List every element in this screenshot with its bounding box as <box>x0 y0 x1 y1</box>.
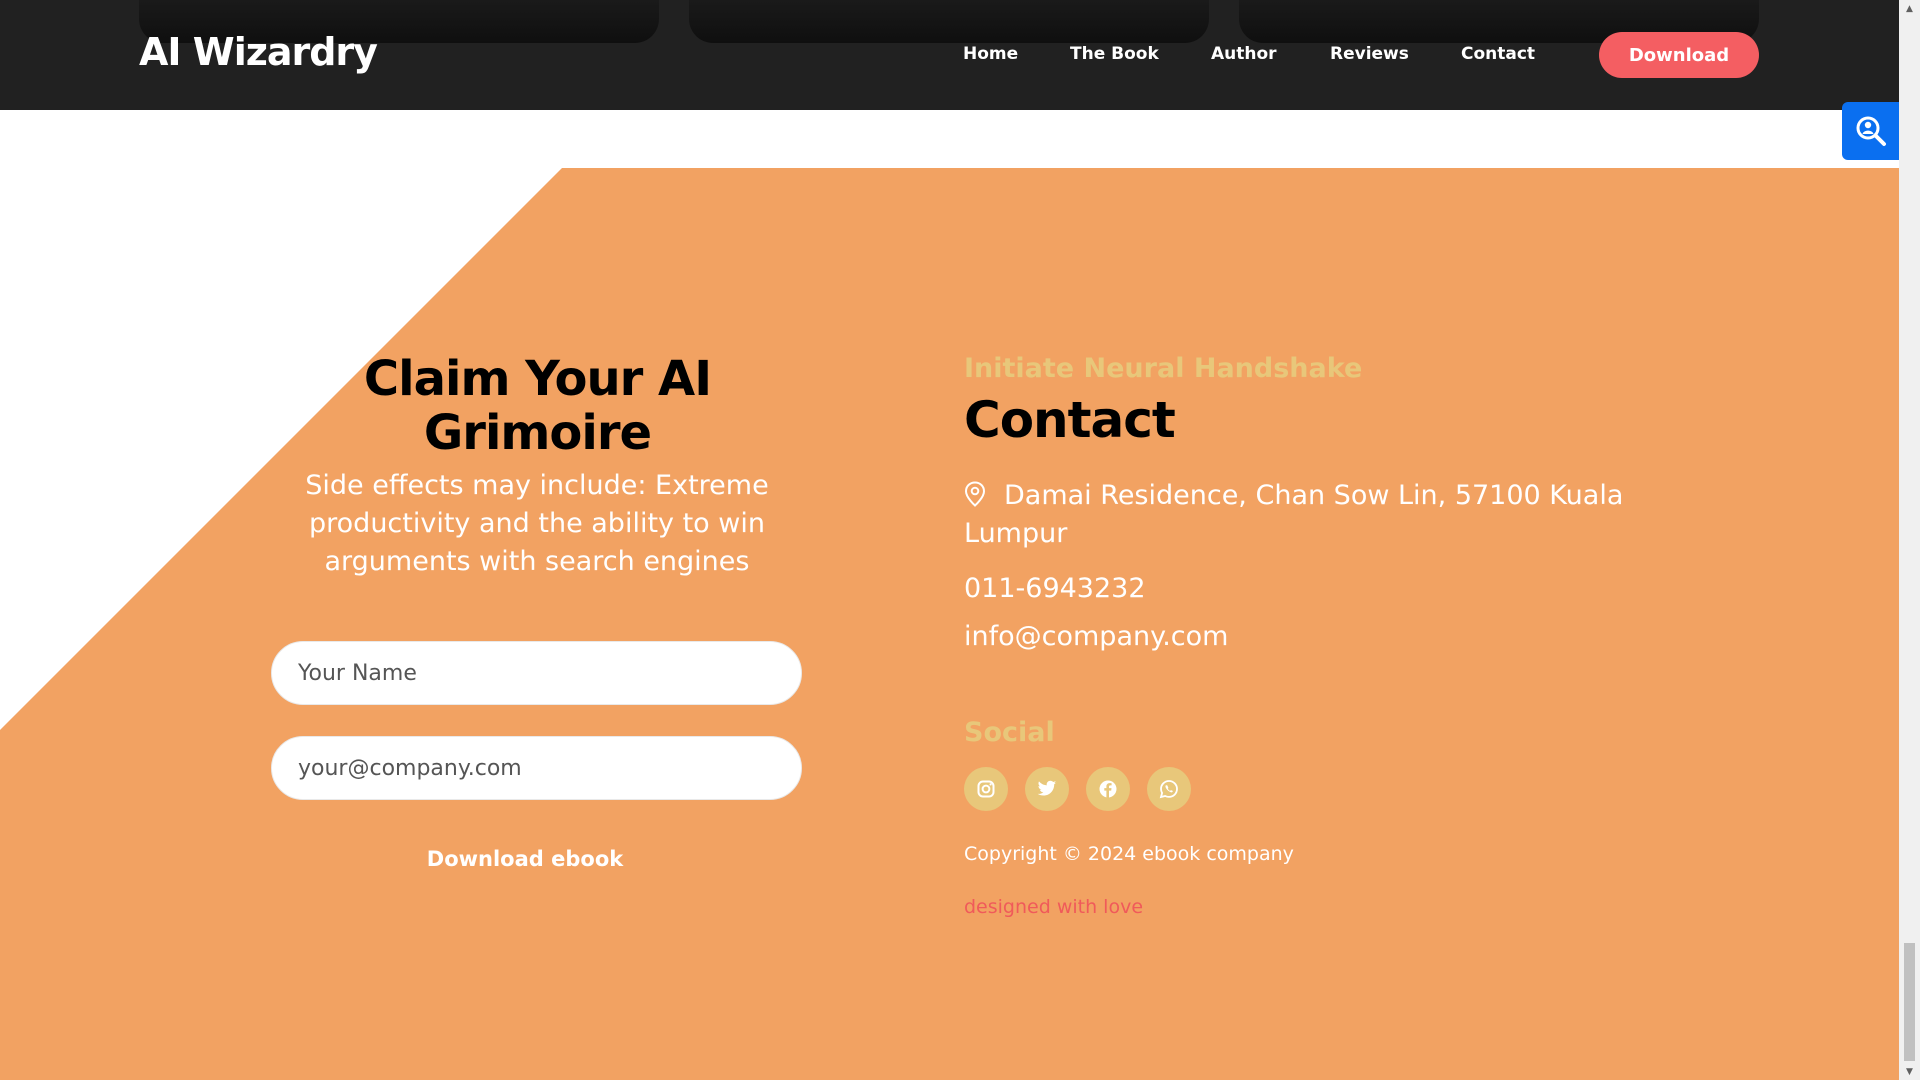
twitter-button[interactable] <box>1025 767 1069 811</box>
site-logo[interactable]: AI Wizardry <box>139 30 378 74</box>
scroll-down-icon[interactable]: ▼ <box>1899 1063 1920 1080</box>
social-title: Social <box>964 717 1055 748</box>
nav-reviews[interactable]: Reviews <box>1330 44 1409 64</box>
contact-section-background <box>0 168 1899 1080</box>
address-line: Damai Residence, Chan Sow Lin, 57100 Kua… <box>964 477 1704 553</box>
email-input[interactable] <box>271 736 802 800</box>
facebook-button[interactable] <box>1086 767 1130 811</box>
nav-home[interactable]: Home <box>963 44 1018 64</box>
instagram-icon <box>977 780 995 798</box>
nav-author[interactable]: Author <box>1211 44 1277 64</box>
header-card-2 <box>689 0 1209 43</box>
whatsapp-icon <box>1159 780 1178 799</box>
nav-contact[interactable]: Contact <box>1461 44 1535 64</box>
search-person-icon <box>1856 116 1886 146</box>
claim-title: Claim Your AI Grimoire <box>363 351 712 461</box>
instagram-button[interactable] <box>964 767 1008 811</box>
floating-search-button[interactable] <box>1842 102 1899 160</box>
whatsapp-button[interactable] <box>1147 767 1191 811</box>
claim-subtitle: Side effects may include: Extreme produc… <box>305 470 769 577</box>
nav-the-book[interactable]: The Book <box>1070 44 1159 64</box>
scrollbar-thumb[interactable] <box>1904 943 1915 1061</box>
map-pin-icon <box>964 481 986 507</box>
download-button[interactable]: Download <box>1599 32 1759 78</box>
scroll-up-icon[interactable]: ▲ <box>1899 0 1920 17</box>
facebook-icon <box>1099 780 1117 798</box>
phone-text[interactable]: 011-6943232 <box>964 573 1146 604</box>
contact-eyebrow: Initiate Neural Handshake <box>964 353 1363 384</box>
designer-credit-link[interactable]: designed with love <box>964 896 1143 918</box>
download-ebook-button[interactable]: Download ebook <box>370 847 680 871</box>
copyright-text: Copyright © 2024 ebook company <box>964 843 1294 865</box>
site-header: AI Wizardry Home The Book Author Reviews… <box>0 0 1899 110</box>
contact-title: Contact <box>964 391 1176 449</box>
email-text[interactable]: info@company.com <box>964 621 1228 652</box>
name-input[interactable] <box>271 641 802 705</box>
page-scrollbar[interactable]: ▲ ▼ <box>1899 0 1920 1080</box>
address-text: Damai Residence, Chan Sow Lin, 57100 Kua… <box>964 480 1624 549</box>
twitter-icon <box>1037 780 1057 796</box>
